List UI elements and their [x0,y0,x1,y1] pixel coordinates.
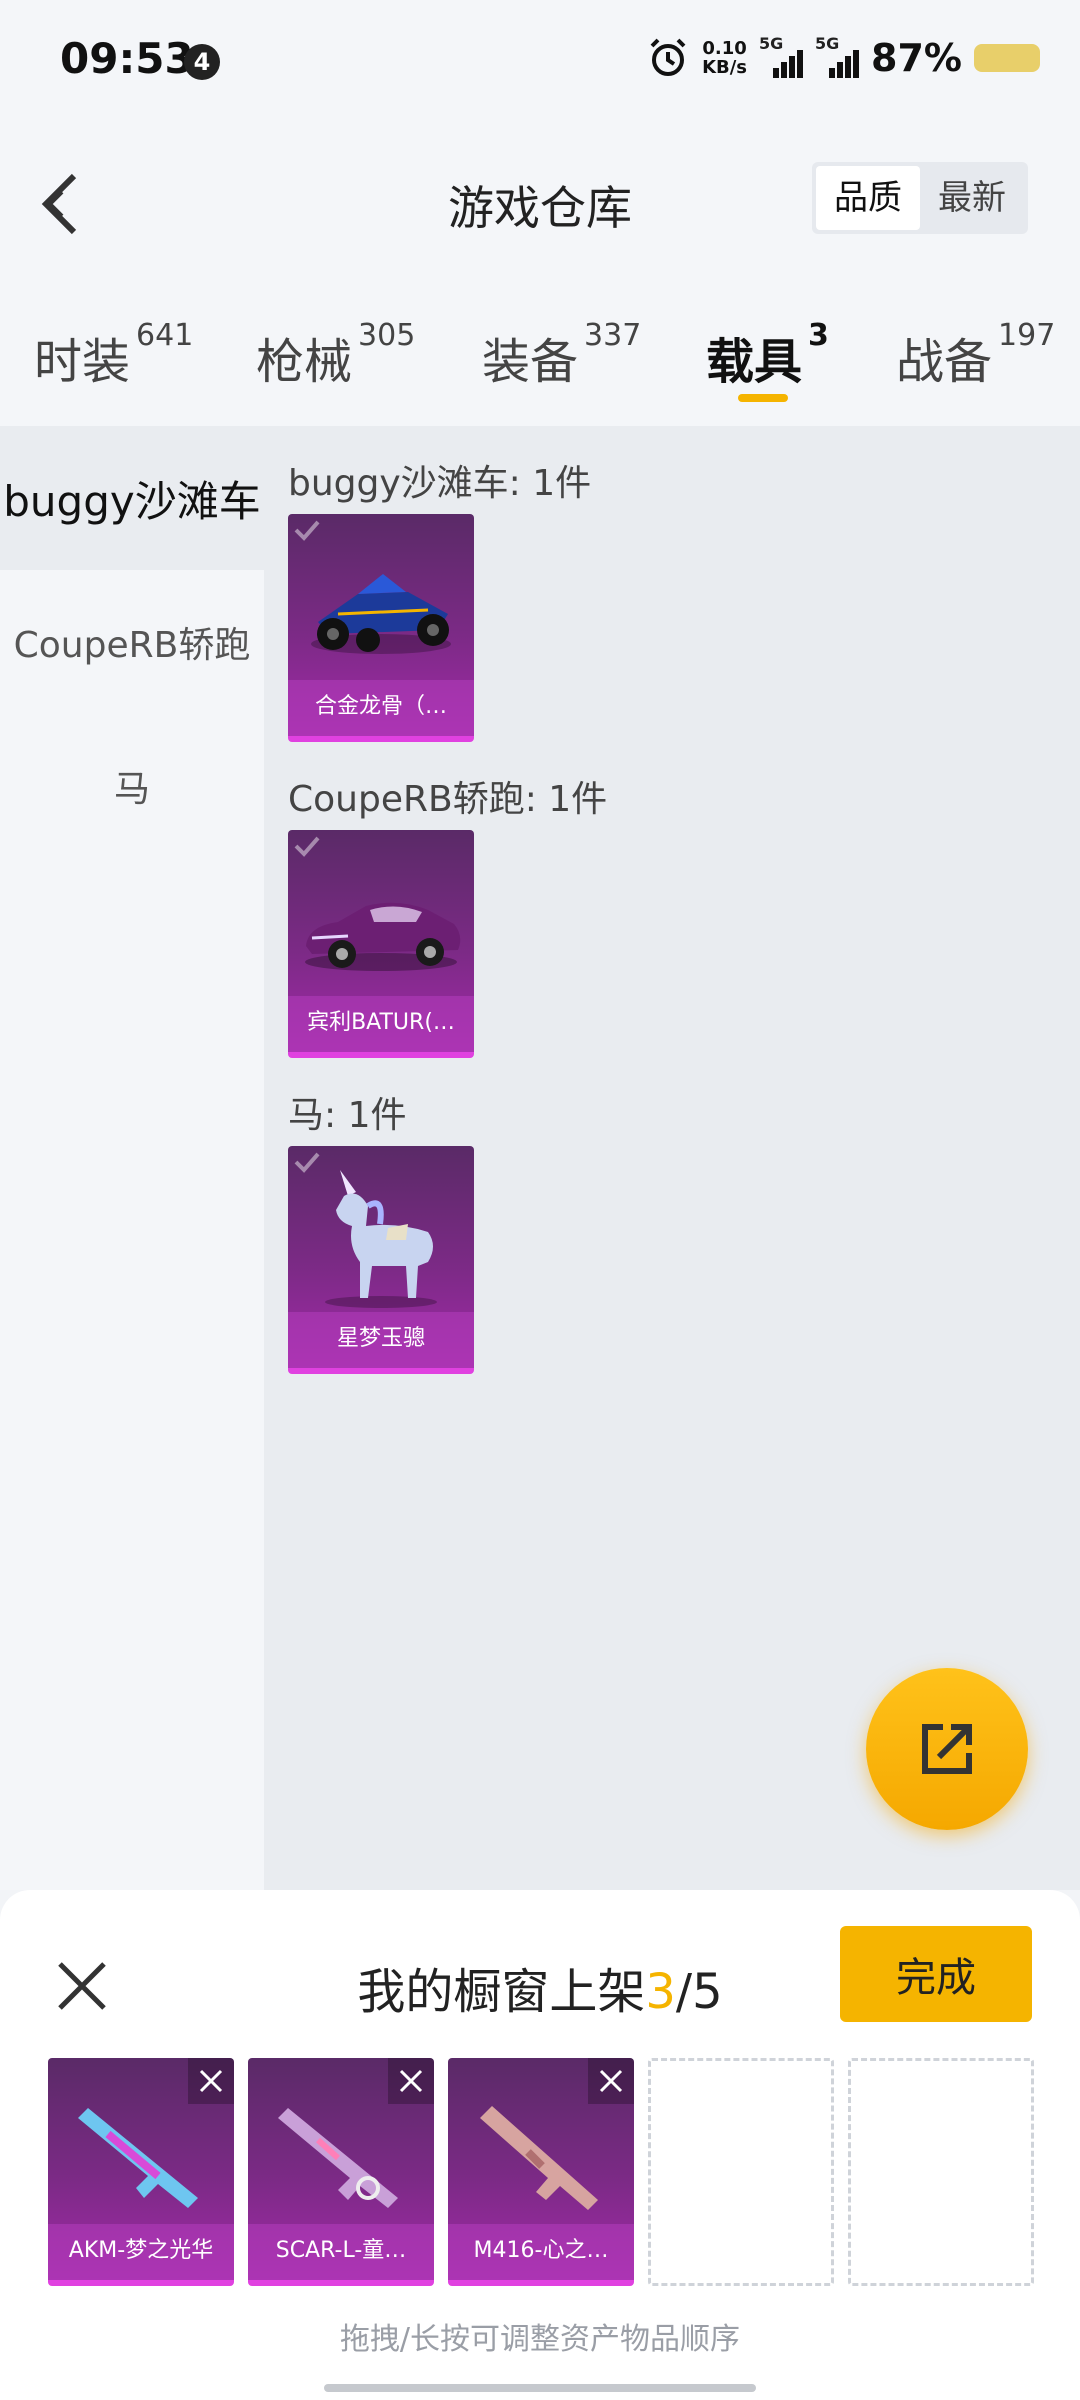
slot-item-name: SCAR-L-童… [248,2224,434,2280]
notification-count-badge: 4 [184,44,220,80]
remove-slot-button[interactable] [588,2058,634,2104]
rifle-icon [78,2108,198,2208]
tab-supplies[interactable]: 战备 197 [896,318,1055,392]
unicorn-icon [325,1170,437,1308]
group-title: 马: 1件 [288,1095,407,1136]
car-icon [305,902,461,971]
tab-count: 197 [998,318,1056,353]
signal-sim1-icon: 5G [759,34,804,78]
battery-percent: 87% [871,36,962,80]
reorder-hint: 拖拽/长按可调整资产物品顺序 [339,2322,741,2357]
showcase-slot[interactable]: M416-心之… [448,2058,634,2286]
status-time: 09:53 [60,34,194,83]
tab-firearms[interactable]: 枪械 305 [256,318,415,392]
tab-label: 装备 [482,334,579,390]
rifle-icon [480,2106,598,2210]
tab-equipment[interactable]: 装备 337 [482,318,641,392]
group-title: buggy沙滩车: 1件 [288,463,592,504]
rifle-icon [278,2108,398,2208]
item-name: 星梦玉骢 [288,1312,474,1368]
tab-label: 枪械 [256,334,353,390]
close-icon [599,2069,623,2093]
showcase-slot[interactable]: SCAR-L-童… [248,2058,434,2286]
sim1-network-label: 5G [759,34,784,53]
showcase-current-count: 3 [645,1964,676,2020]
tab-count: 337 [584,318,642,353]
content-area: buggy沙滩车 CoupeRB轿跑 马 buggy沙滩车: 1件 合金龙骨（…… [0,426,1080,1890]
tab-count: 641 [136,318,194,353]
showcase-max-count: 5 [692,1964,723,2020]
tab-vehicles[interactable]: 载具 3 [706,318,829,392]
showcase-separator: / [675,1964,693,2020]
header: 游戏仓库 品质 最新 [0,116,1080,286]
showcase-sheet: 我的橱窗上架3/5 完成 AKM-梦之光华 SCAR-L-童… M416-心之…… [0,1890,1080,2400]
signal-sim2-icon: 5G [815,34,860,78]
home-indicator[interactable] [324,2384,756,2392]
tab-count: 305 [358,318,416,353]
tab-label: 载具 [706,334,803,390]
close-icon [399,2069,423,2093]
sidebar-item-couperb[interactable]: CoupeRB轿跑 [0,570,264,714]
vehicle-type-sidebar: buggy沙滩车 CoupeRB轿跑 马 [0,426,264,1890]
sort-option-quality[interactable]: 品质 [816,166,920,230]
sort-toggle: 品质 最新 [812,162,1028,234]
net-speed-unit: KB/s [702,57,748,78]
item-card[interactable]: 宾利BATUR(… [288,830,474,1058]
showcase-slots: AKM-梦之光华 SCAR-L-童… M416-心之… [48,2058,1034,2286]
tab-label: 战备 [896,334,993,390]
showcase-slot[interactable]: AKM-梦之光华 [48,2058,234,2286]
net-speed: 0.10 KB/s [702,39,747,77]
slot-item-name: M416-心之… [448,2224,634,2280]
category-tabs: 时装 641 枪械 305 装备 337 载具 3 战备 197 [0,286,1080,426]
empty-showcase-slot[interactable] [648,2058,834,2286]
item-card[interactable]: 星梦玉骢 [288,1146,474,1374]
sidebar-item-buggy[interactable]: buggy沙滩车 [0,426,264,570]
item-card[interactable]: 合金龙骨（… [288,514,474,742]
remove-slot-button[interactable] [188,2058,234,2104]
tab-label: 时装 [34,334,131,390]
tab-count: 3 [808,318,829,353]
battery-icon [974,44,1040,72]
group-title: CoupeRB轿跑: 1件 [288,779,608,820]
item-name: 宾利BATUR(… [288,996,474,1052]
close-icon [199,2069,223,2093]
done-button[interactable]: 完成 [840,1926,1032,2022]
item-groups: buggy沙滩车: 1件 合金龙骨（… CoupeRB轿跑: 1件 宾利BATU… [288,426,1068,1374]
item-name: 合金龙骨（… [288,680,474,736]
buggy-icon [311,574,451,654]
status-bar: 09:53 4 0.10 KB/s 5G 5G 87% [0,0,1080,116]
active-tab-indicator [738,394,788,402]
slot-item-name: AKM-梦之光华 [48,2224,234,2280]
share-fab-button[interactable] [866,1668,1028,1830]
tab-fashion[interactable]: 时装 641 [34,318,193,392]
share-icon [922,1724,972,1774]
sort-option-latest[interactable]: 最新 [920,166,1024,230]
showcase-title-text: 我的橱窗上架 [357,1964,646,2020]
sidebar-item-horse[interactable]: 马 [0,714,264,858]
alarm-icon [650,38,686,76]
sim2-network-label: 5G [815,34,840,53]
remove-slot-button[interactable] [388,2058,434,2104]
net-speed-value: 0.10 [702,38,747,59]
empty-showcase-slot[interactable] [848,2058,1034,2286]
